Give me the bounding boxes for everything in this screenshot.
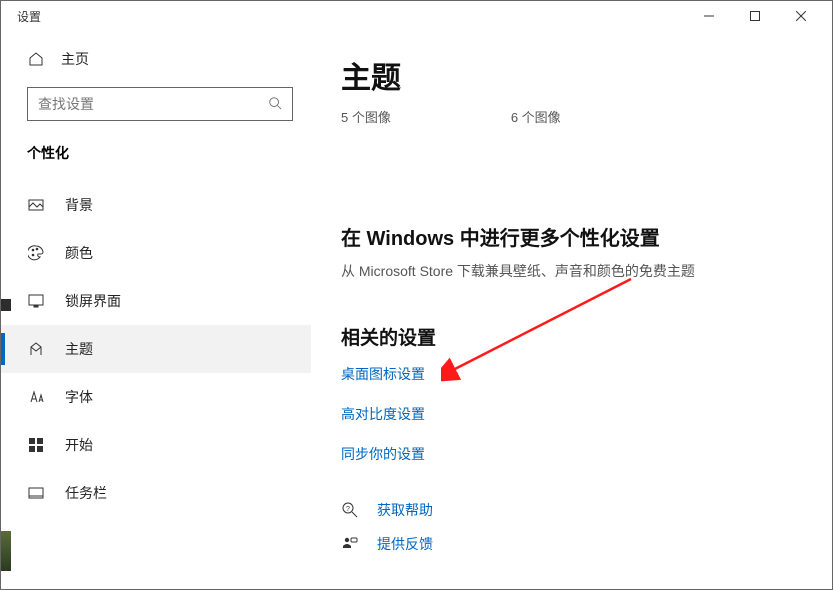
sidebar-item-background[interactable]: 背景 [1,181,311,229]
sidebar-item-lockscreen[interactable]: 锁屏界面 [1,277,311,325]
related-settings-heading: 相关的设置 [341,323,802,350]
title-bar: 设置 [1,1,832,31]
more-personalization-sub: 从 Microsoft Store 下载兼具壁纸、声音和颜色的免费主题 [341,261,802,281]
palette-icon [27,245,45,261]
settings-window: 设置 主页 [0,0,833,590]
sidebar-item-fonts[interactable]: 字体 [1,373,311,421]
window-controls [686,1,824,31]
thumb-caption: 6 个图像 [511,107,561,126]
sidebar-item-themes[interactable]: 主题 [1,325,311,373]
sidebar-item-label: 开始 [65,435,93,455]
feedback-label: 提供反馈 [377,534,433,554]
maximize-button[interactable] [732,1,778,31]
thumb-caption: 5 个图像 [341,107,391,126]
home-link[interactable]: 主页 [1,39,311,79]
theme-thumbnails-row: 5 个图像 6 个图像 [341,107,802,126]
main-content: 主题 5 个图像 6 个图像 在 Windows 中进行更多个性化设置 从 Mi… [311,31,832,589]
sidebar-item-label: 主题 [65,339,93,359]
sidebar-item-colors[interactable]: 颜色 [1,229,311,277]
nav-list: 背景 颜色 锁屏界面 [1,181,311,517]
sidebar-item-label: 任务栏 [65,483,107,503]
feedback-icon [341,536,359,552]
search-box[interactable] [27,87,293,121]
feedback-link[interactable]: 提供反馈 [341,534,802,554]
font-icon [27,389,45,405]
sidebar-item-label: 背景 [65,195,93,215]
sidebar-item-label: 颜色 [65,243,93,263]
theme-icon [27,341,45,357]
decorative-sliver [1,531,11,571]
start-icon [27,437,45,453]
search-input[interactable] [38,96,268,112]
minimize-button[interactable] [686,1,732,31]
sidebar: 主页 个性化 背景 [1,31,311,589]
link-high-contrast-settings[interactable]: 高对比度设置 [341,404,802,424]
home-label: 主页 [61,49,89,69]
lock-screen-icon [27,293,45,309]
category-heading: 个性化 [1,135,311,181]
help-icon: ? [341,502,359,518]
page-title: 主题 [341,53,802,97]
sidebar-item-label: 字体 [65,387,93,407]
link-sync-settings[interactable]: 同步你的设置 [341,444,802,464]
window-title: 设置 [17,8,41,25]
sidebar-item-taskbar[interactable]: 任务栏 [1,469,311,517]
help-label: 获取帮助 [377,500,433,520]
close-button[interactable] [778,1,824,31]
picture-icon [27,197,45,213]
more-personalization-heading: 在 Windows 中进行更多个性化设置 [341,222,802,251]
home-icon [27,51,45,67]
svg-text:?: ? [346,506,350,513]
sidebar-item-label: 锁屏界面 [65,291,121,311]
search-icon [268,96,282,113]
taskbar-icon [27,485,45,501]
sidebar-item-start[interactable]: 开始 [1,421,311,469]
link-desktop-icon-settings[interactable]: 桌面图标设置 [341,364,802,384]
get-help-link[interactable]: ? 获取帮助 [341,500,802,520]
